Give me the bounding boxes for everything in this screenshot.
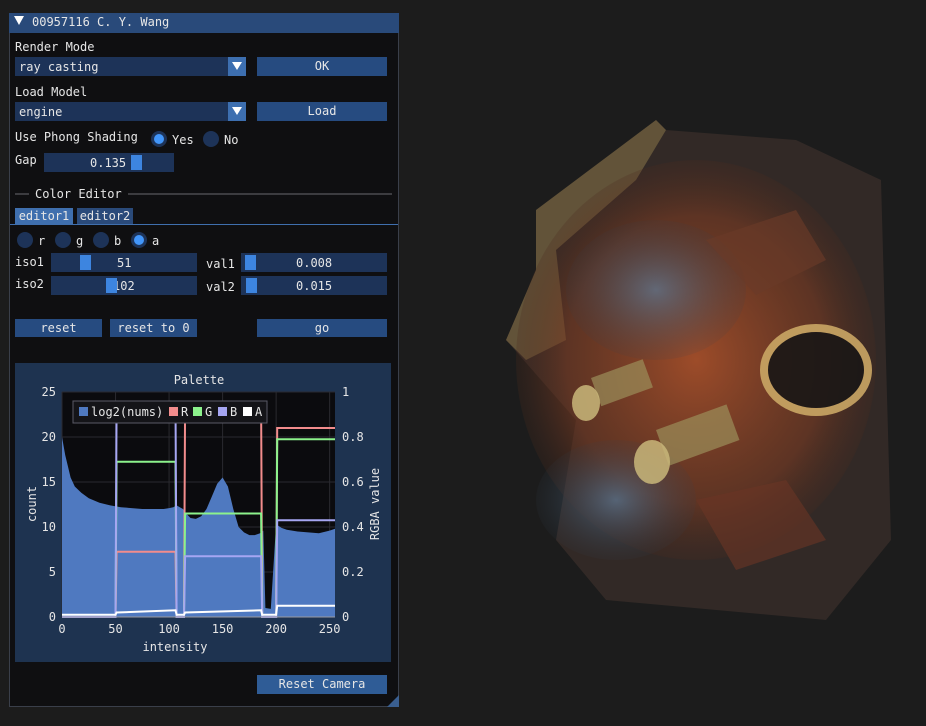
legend-swatch: [169, 407, 178, 416]
y-tick-label: 25: [42, 385, 56, 399]
x-tick-label: 250: [319, 622, 341, 636]
val2-slider[interactable]: 0.015: [241, 276, 387, 295]
legend-swatch: [243, 407, 252, 416]
gap-slider-grab[interactable]: [131, 155, 142, 170]
legend-label: log2(nums): [91, 405, 163, 419]
reset-button[interactable]: reset: [15, 319, 102, 337]
val1-value: 0.008: [296, 256, 333, 270]
load-button[interactable]: Load: [257, 102, 387, 121]
iso1-label: iso1: [15, 255, 44, 269]
legend-swatch: [193, 407, 202, 416]
load-model-combo[interactable]: engine: [15, 102, 228, 121]
palette-plot[interactable]: Palette 051015202500.20.40.60.810 50 100 15…: [15, 363, 391, 662]
y-tick-label: 0: [49, 610, 56, 624]
val1-slider[interactable]: 0.008: [241, 253, 387, 272]
render-mode-label: Render Mode: [15, 40, 95, 54]
phong-no-label: No: [224, 133, 239, 147]
gap-value: 0.135: [90, 156, 127, 170]
val1-label: val1: [206, 257, 235, 271]
channel-a-radio[interactable]: [131, 232, 147, 248]
volume-render-viewport[interactable]: [496, 120, 896, 620]
legend-label: G: [205, 405, 212, 419]
chart-title: Palette: [174, 373, 225, 387]
y-tick-label: 5: [49, 565, 56, 579]
channel-g-label: g: [76, 234, 84, 248]
y2-tick-label: 1: [342, 385, 349, 399]
legend-swatch: [218, 407, 227, 416]
legend-label: B: [230, 405, 237, 419]
render-mode-value: ray casting: [19, 60, 99, 74]
window-resize-grip[interactable]: [387, 695, 399, 707]
x-tick-label: 200: [265, 622, 287, 636]
color-editor-header: Color Editor: [35, 187, 122, 201]
channel-b-label: b: [114, 234, 122, 248]
reset-to-zero-button[interactable]: reset to 0: [110, 319, 197, 337]
val2-slider-grab[interactable]: [246, 278, 257, 293]
val2-label: val2: [206, 280, 235, 294]
tab-editor2[interactable]: editor2: [77, 208, 133, 224]
chevron-down-icon[interactable]: [228, 102, 246, 121]
x-axis-label: intensity: [142, 640, 207, 654]
legend-label: R: [181, 405, 189, 419]
chart-legend: log2(nums) R G B A: [72, 400, 268, 424]
y2-tick-label: 0.8: [342, 430, 364, 444]
iso2-slider[interactable]: 102: [51, 276, 197, 295]
iso2-slider-grab[interactable]: [106, 278, 117, 293]
channel-r-radio[interactable]: [17, 232, 33, 248]
iso1-slider-grab[interactable]: [80, 255, 91, 270]
channel-g-radio[interactable]: [55, 232, 71, 248]
separator-right: [128, 193, 392, 195]
tab-editor1[interactable]: editor1: [15, 208, 73, 224]
load-model-label: Load Model: [15, 85, 88, 99]
collapse-arrow-icon[interactable]: [14, 16, 24, 25]
iso1-value: 51: [117, 256, 132, 270]
phong-yes-radio[interactable]: [151, 131, 167, 147]
y-tick-label: 10: [42, 520, 56, 534]
load-model-value: engine: [19, 105, 63, 119]
channel-a-label: a: [152, 234, 160, 248]
y2-tick-label: 0.6: [342, 475, 364, 489]
x-tick-label: 150: [212, 622, 234, 636]
iso2-label: iso2: [15, 277, 44, 291]
y2-tick-label: 0.4: [342, 520, 364, 534]
ok-button[interactable]: OK: [257, 57, 387, 76]
gap-label: Gap: [15, 153, 37, 167]
y2-tick-label: 0: [342, 610, 349, 624]
window-title: 00957116 C. Y. Wang: [32, 15, 170, 29]
y2-tick-label: 0.2: [342, 565, 364, 579]
x-tick-label: 0: [58, 622, 65, 636]
channel-b-radio[interactable]: [93, 232, 109, 248]
chevron-down-icon[interactable]: [228, 57, 246, 76]
legend-swatch: [79, 407, 88, 416]
y-tick-label: 15: [42, 475, 56, 489]
legend-label: A: [255, 405, 263, 419]
phong-shading-label: Use Phong Shading: [15, 130, 138, 144]
val1-slider-grab[interactable]: [245, 255, 256, 270]
separator-left: [15, 193, 29, 195]
x-tick-label: 50: [108, 622, 122, 636]
gap-slider[interactable]: 0.135: [44, 153, 174, 172]
val2-value: 0.015: [296, 279, 333, 293]
go-button[interactable]: go: [257, 319, 387, 337]
tab-underline: [10, 224, 398, 225]
phong-yes-label: Yes: [172, 133, 194, 147]
render-mode-combo[interactable]: ray casting: [15, 57, 228, 76]
y-axis-label: count: [25, 486, 39, 522]
y-tick-label: 20: [42, 430, 56, 444]
engine-port-ring: [760, 324, 872, 416]
phong-no-radio[interactable]: [203, 131, 219, 147]
x-tick-label: 100: [158, 622, 180, 636]
iso1-slider[interactable]: 51: [51, 253, 197, 272]
reset-camera-button[interactable]: Reset Camera: [257, 675, 387, 694]
channel-r-label: r: [38, 234, 46, 248]
y2-axis-label: RGBA value: [368, 468, 382, 540]
